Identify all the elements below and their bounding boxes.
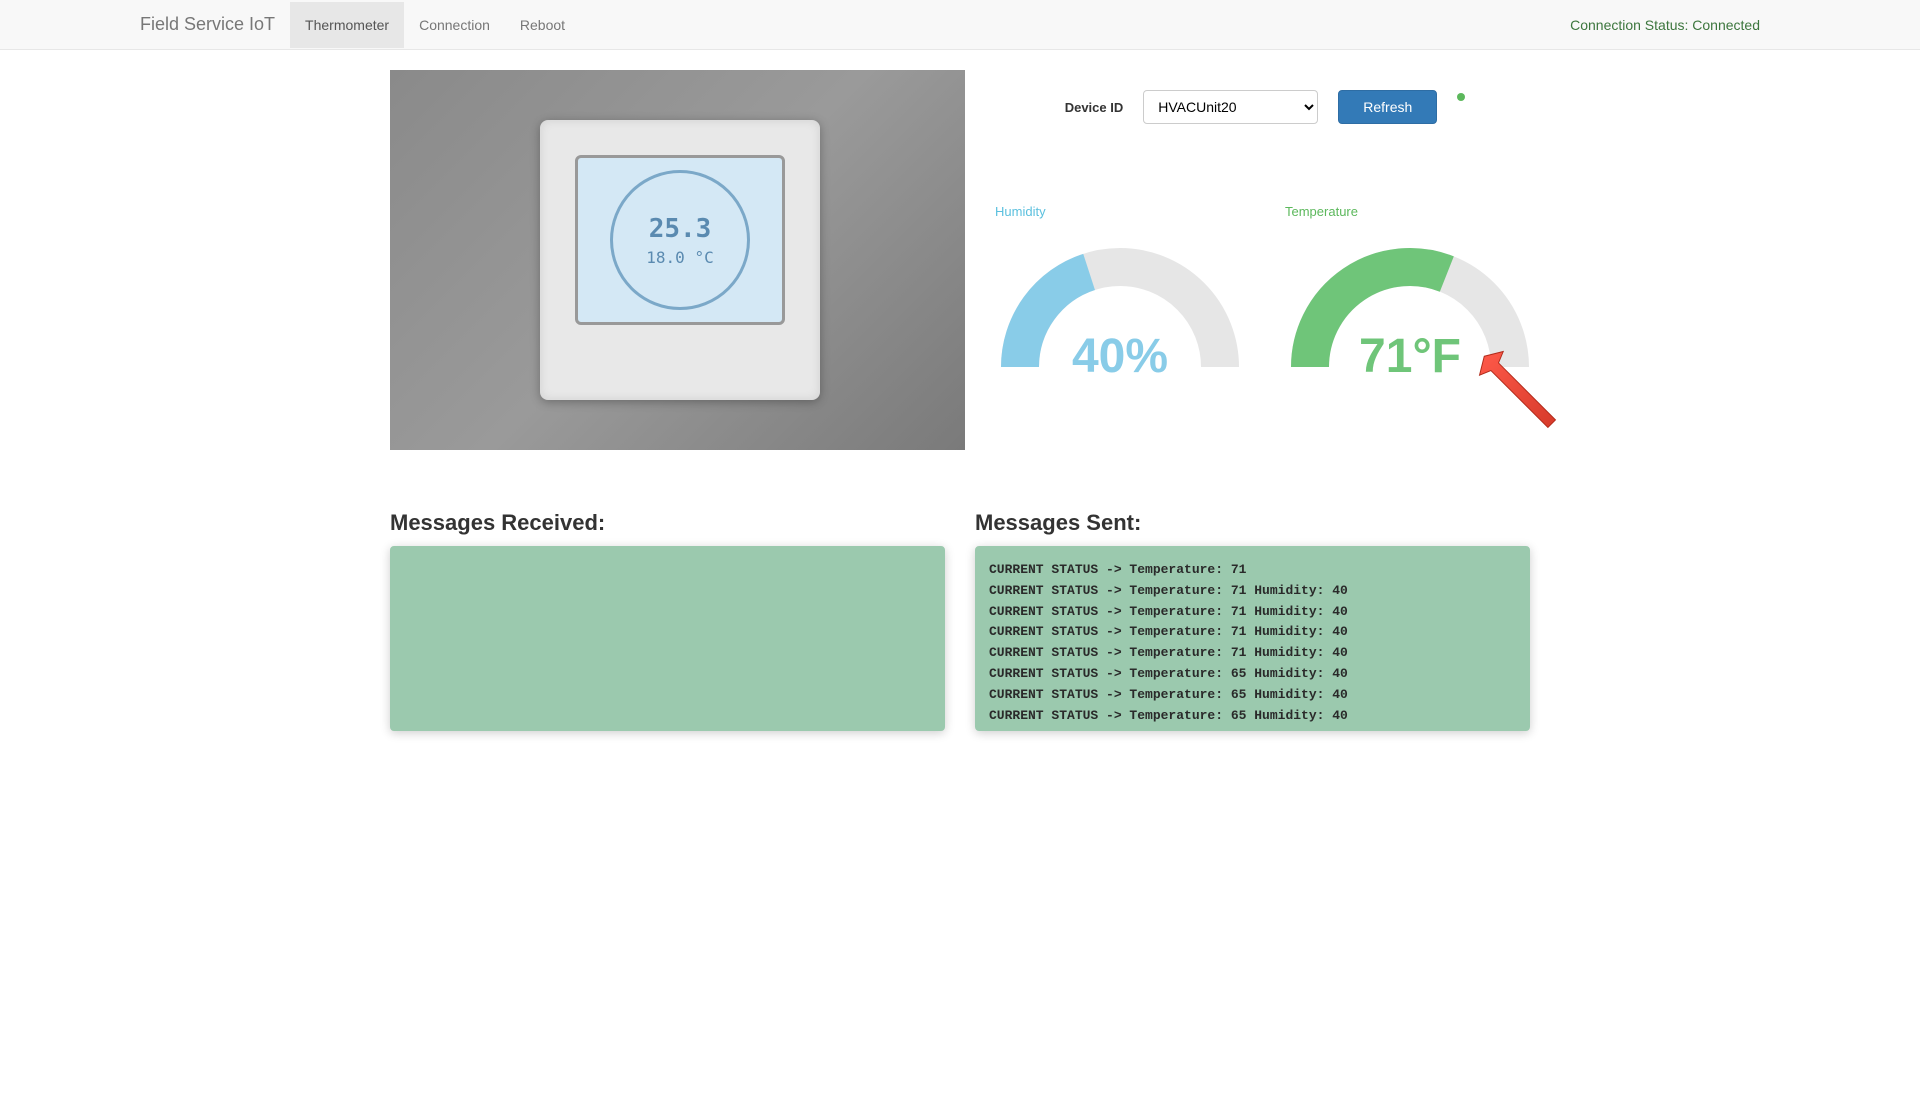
thermostat-photo: 25.3 18.0 °C <box>390 70 965 450</box>
nav-tabs: Thermometer Connection Reboot <box>290 2 580 48</box>
status-indicator-dot <box>1457 93 1465 101</box>
humidity-value-text: 40% <box>1072 330 1168 377</box>
humidity-gauge-svg: 40% <box>995 227 1245 377</box>
navbar: Field Service IoT Thermometer Connection… <box>0 0 1920 50</box>
connection-status: Connection Status: Connected <box>1570 17 1760 33</box>
log-line: CURRENT STATUS -> Temperature: 71 Humidi… <box>989 581 1516 602</box>
temperature-gauge: Temperature 71°F <box>1285 204 1535 377</box>
device-id-label: Device ID <box>1065 100 1124 115</box>
top-row: 25.3 18.0 °C Device ID HVACUnit20 Refres… <box>390 70 1530 450</box>
messages-sent-box[interactable]: CURRENT STATUS -> Temperature: 71CURRENT… <box>975 546 1530 731</box>
humidity-title: Humidity <box>995 204 1245 219</box>
device-controls: Device ID HVACUnit20 Refresh <box>995 90 1535 124</box>
humidity-gauge: Humidity 40% <box>995 204 1245 377</box>
thermostat-circle: 25.3 18.0 °C <box>610 170 750 310</box>
gauges-row: Humidity 40% Temperature 71°F <box>995 204 1535 377</box>
log-line: CURRENT STATUS -> Temperature: 65 Humidi… <box>989 664 1516 685</box>
temperature-title: Temperature <box>1285 204 1535 219</box>
arrow-annotation-icon <box>1470 342 1565 437</box>
thermostat-primary-temp: 25.3 <box>649 214 712 244</box>
log-line: CURRENT STATUS -> Temperature: 71 Humidi… <box>989 622 1516 643</box>
messages-received-box[interactable] <box>390 546 945 731</box>
tab-reboot[interactable]: Reboot <box>505 2 580 48</box>
messages-sent-col: Messages Sent: CURRENT STATUS -> Tempera… <box>975 510 1530 731</box>
main-container: 25.3 18.0 °C Device ID HVACUnit20 Refres… <box>375 50 1545 731</box>
messages-row: Messages Received: Messages Sent: CURREN… <box>390 510 1530 731</box>
log-line: CURRENT STATUS -> Temperature: 71 Humidi… <box>989 602 1516 623</box>
log-line: CURRENT STATUS -> Temperature: 65 Humidi… <box>989 706 1516 727</box>
navbar-left: Field Service IoT Thermometer Connection… <box>20 2 580 48</box>
tab-connection[interactable]: Connection <box>404 2 505 48</box>
refresh-button[interactable]: Refresh <box>1338 90 1437 124</box>
log-line: CURRENT STATUS -> Temperature: 71 Humidi… <box>989 643 1516 664</box>
device-id-select[interactable]: HVACUnit20 <box>1143 90 1318 124</box>
messages-received-heading: Messages Received: <box>390 510 945 536</box>
thermostat-screen: 25.3 18.0 °C <box>575 155 785 325</box>
log-line: CURRENT STATUS -> Temperature: 65 Humidi… <box>989 685 1516 706</box>
temperature-value-text: 71°F <box>1359 330 1461 377</box>
tab-thermometer[interactable]: Thermometer <box>290 2 404 48</box>
image-column: 25.3 18.0 °C <box>390 70 965 450</box>
controls-column: Device ID HVACUnit20 Refresh Humidity 40… <box>995 70 1535 450</box>
log-line: CURRENT STATUS -> Temperature: 71 <box>989 560 1516 581</box>
messages-sent-heading: Messages Sent: <box>975 510 1530 536</box>
thermostat-secondary-temp: 18.0 °C <box>646 248 713 267</box>
app-brand: Field Service IoT <box>140 14 290 35</box>
messages-received-col: Messages Received: <box>390 510 945 731</box>
thermostat-device-illustration: 25.3 18.0 °C <box>540 120 820 400</box>
